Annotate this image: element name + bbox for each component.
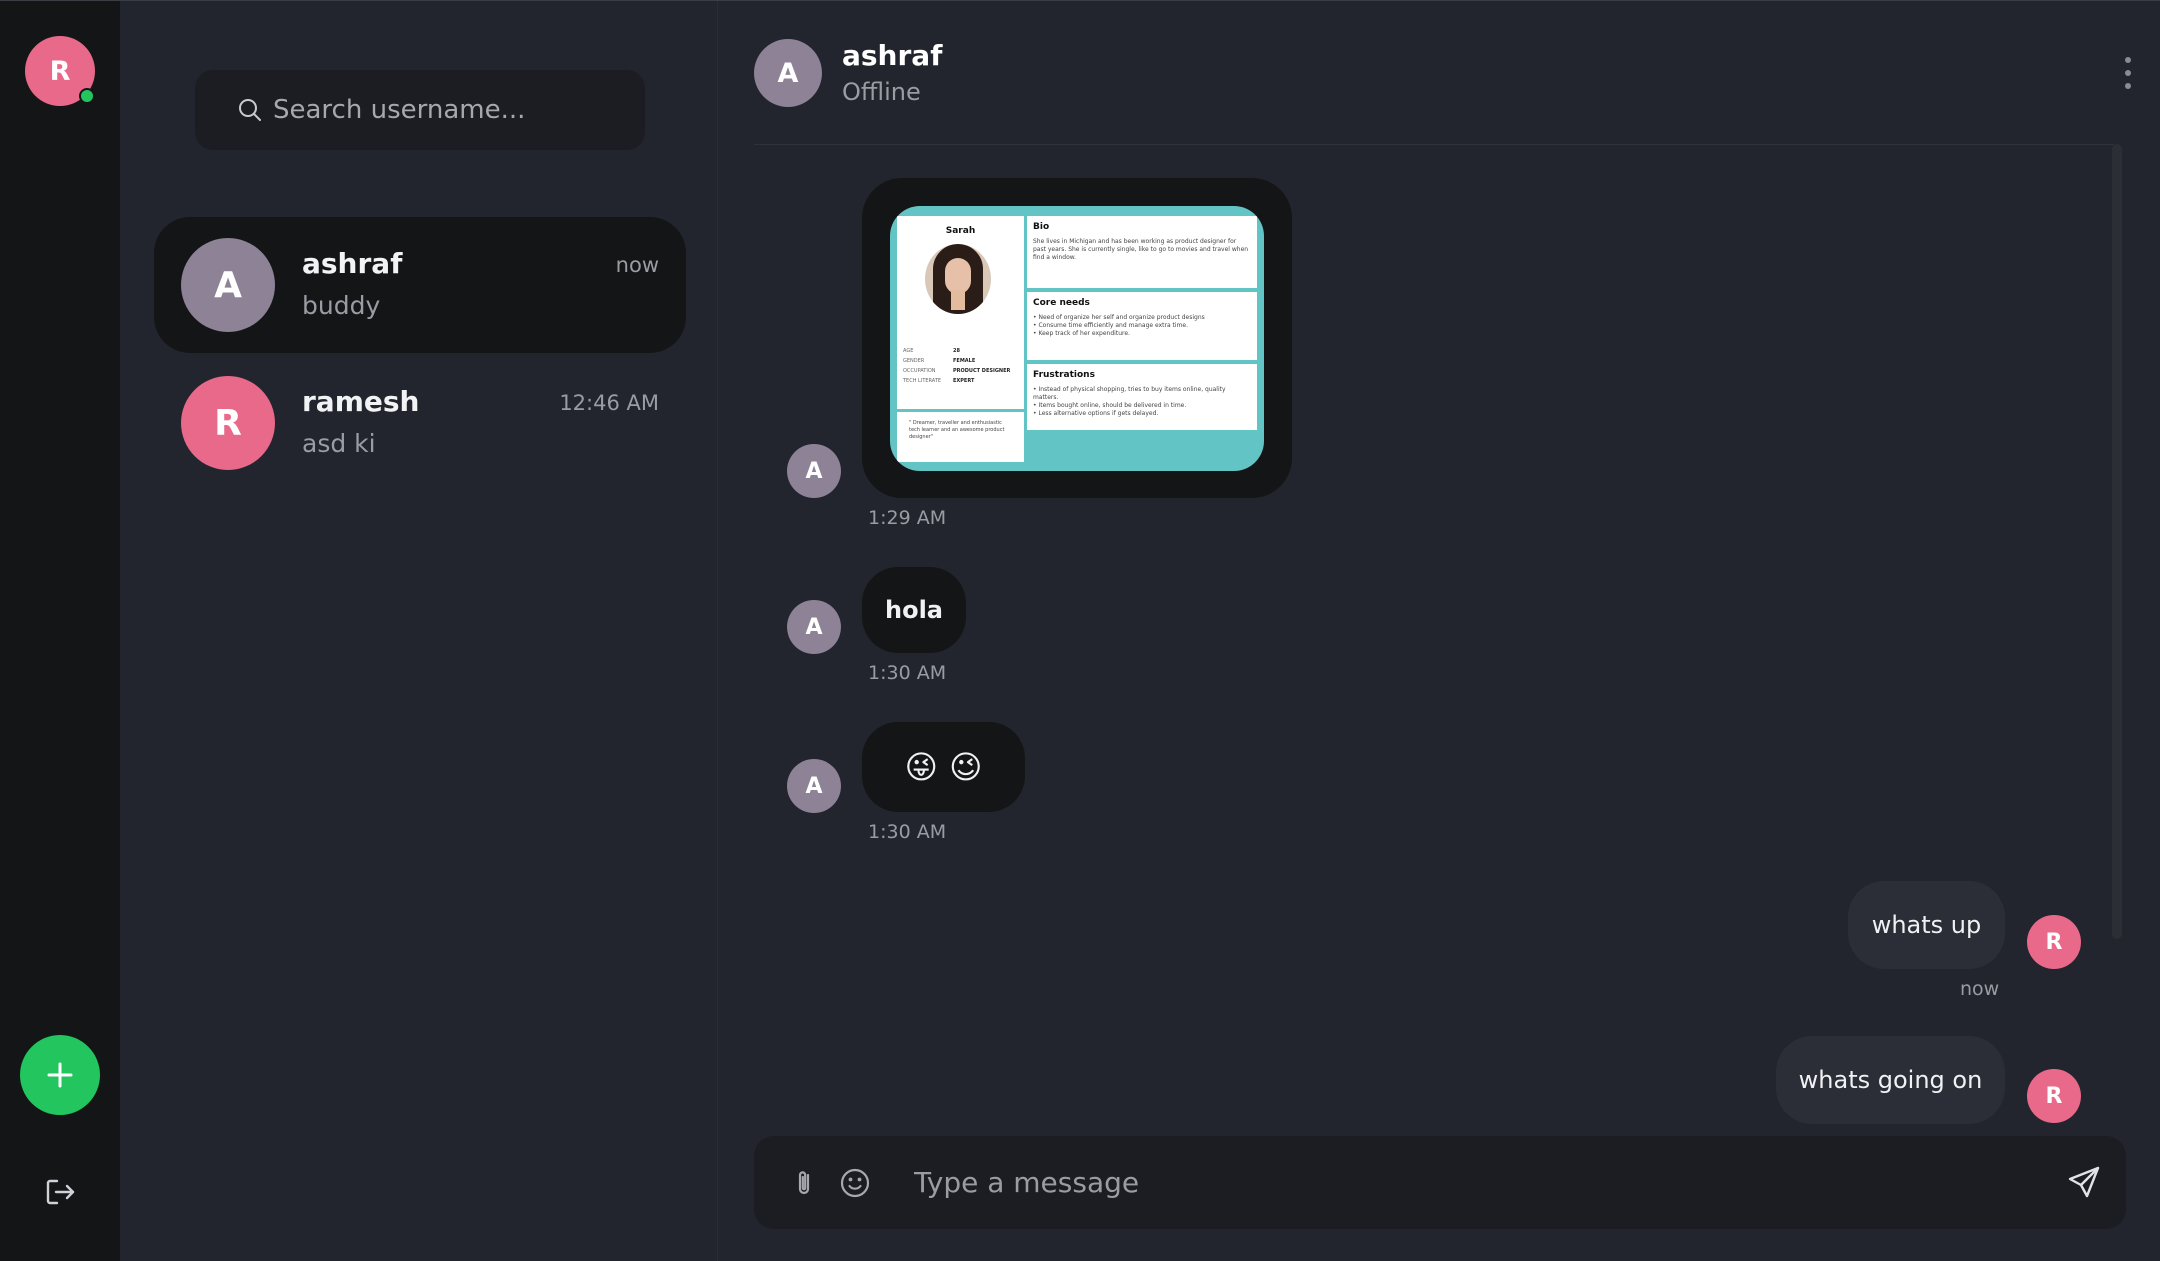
message-time: 1:30 AM	[868, 821, 947, 843]
message-time: 1:29 AM	[868, 507, 947, 529]
message-avatar: A	[787, 600, 841, 654]
chat-header: A ashraf Offline	[754, 1, 2131, 145]
chat-panel: A ashraf Offline A Sarah AGE 28 GENDER FEM…	[719, 1, 2160, 1261]
image-message[interactable]: Sarah AGE 28 GENDER FEMALE OCCUPATION PRODU…	[862, 178, 1292, 498]
contact-list-panel: A ashraf buddy now R ramesh asd ki 12:46…	[120, 1, 718, 1261]
persona-name: Sarah	[945, 226, 976, 236]
contact-item-ramesh[interactable]: R ramesh asd ki 12:46 AM	[154, 355, 686, 491]
message-avatar: R	[2027, 915, 2081, 969]
persona-image: Sarah AGE 28 GENDER FEMALE OCCUPATION PRODU…	[890, 206, 1264, 471]
message-composer	[754, 1136, 2126, 1229]
send-icon[interactable]	[2066, 1164, 2102, 1200]
contact-avatar: R	[181, 376, 275, 470]
message-avatar: A	[787, 759, 841, 813]
persona-attributes: AGE 28 GENDER FEMALE OCCUPATION PRODUCT DES…	[903, 348, 1011, 384]
messages-scrollbar[interactable]	[2112, 144, 2122, 939]
chat-avatar[interactable]: A	[754, 39, 822, 107]
contact-time: now	[615, 253, 659, 277]
message-avatar: R	[2027, 1069, 2081, 1123]
logout-button[interactable]	[42, 1174, 78, 1210]
contact-name: ashraf	[302, 247, 403, 280]
chat-app: R A ashraf buddy now R ramesh asd ki 12	[0, 0, 2160, 1261]
contact-name: ramesh	[302, 385, 420, 418]
online-indicator	[79, 88, 95, 104]
user-avatar[interactable]: R	[25, 36, 95, 106]
logout-icon	[46, 1179, 75, 1205]
new-chat-button[interactable]	[20, 1035, 100, 1115]
contact-last-message: buddy	[302, 291, 381, 320]
search-input[interactable]	[273, 95, 613, 125]
contact-time: 12:46 AM	[559, 391, 659, 415]
outgoing-message-bubble[interactable]: whats up	[1848, 881, 2005, 969]
message-time: 1:30 AM	[868, 662, 947, 684]
search-box[interactable]	[195, 70, 645, 150]
plus-icon	[47, 1062, 73, 1088]
emoji-message[interactable]: 😜 😉	[862, 722, 1025, 812]
persona-quote: " Dreamer, traveller and enthusiastic te…	[909, 420, 1005, 440]
persona-frustrations-card: Frustrations • Instead of physical shopp…	[1027, 364, 1257, 430]
persona-needs-card: Core needs • Need of organize her self a…	[1027, 292, 1257, 360]
persona-profile-card: Sarah AGE 28 GENDER FEMALE OCCUPATION PRODU…	[897, 216, 1024, 409]
contact-last-message: asd ki	[302, 429, 376, 458]
more-options-icon[interactable]	[2122, 57, 2134, 89]
message-bubble[interactable]: hola	[862, 567, 966, 653]
message-input[interactable]	[914, 1156, 2014, 1208]
user-avatar-initial: R	[49, 55, 71, 87]
attachment-icon[interactable]	[788, 1166, 822, 1200]
outgoing-message-bubble[interactable]: whats going on	[1776, 1036, 2005, 1124]
persona-bio-card: Bio She lives in Michigan and has been w…	[1027, 216, 1257, 288]
chat-contact-name: ashraf	[842, 39, 943, 72]
persona-photo	[925, 244, 991, 314]
chat-contact-status: Offline	[842, 78, 921, 106]
search-icon	[239, 99, 261, 121]
emoji-icon[interactable]	[838, 1166, 872, 1200]
contact-avatar: A	[181, 238, 275, 332]
nav-rail: R	[0, 1, 120, 1261]
message-avatar: A	[787, 444, 841, 498]
contact-item-ashraf[interactable]: A ashraf buddy now	[154, 217, 686, 353]
message-time: now	[1960, 978, 2000, 1000]
persona-quote-card: " Dreamer, traveller and enthusiastic te…	[897, 412, 1024, 462]
